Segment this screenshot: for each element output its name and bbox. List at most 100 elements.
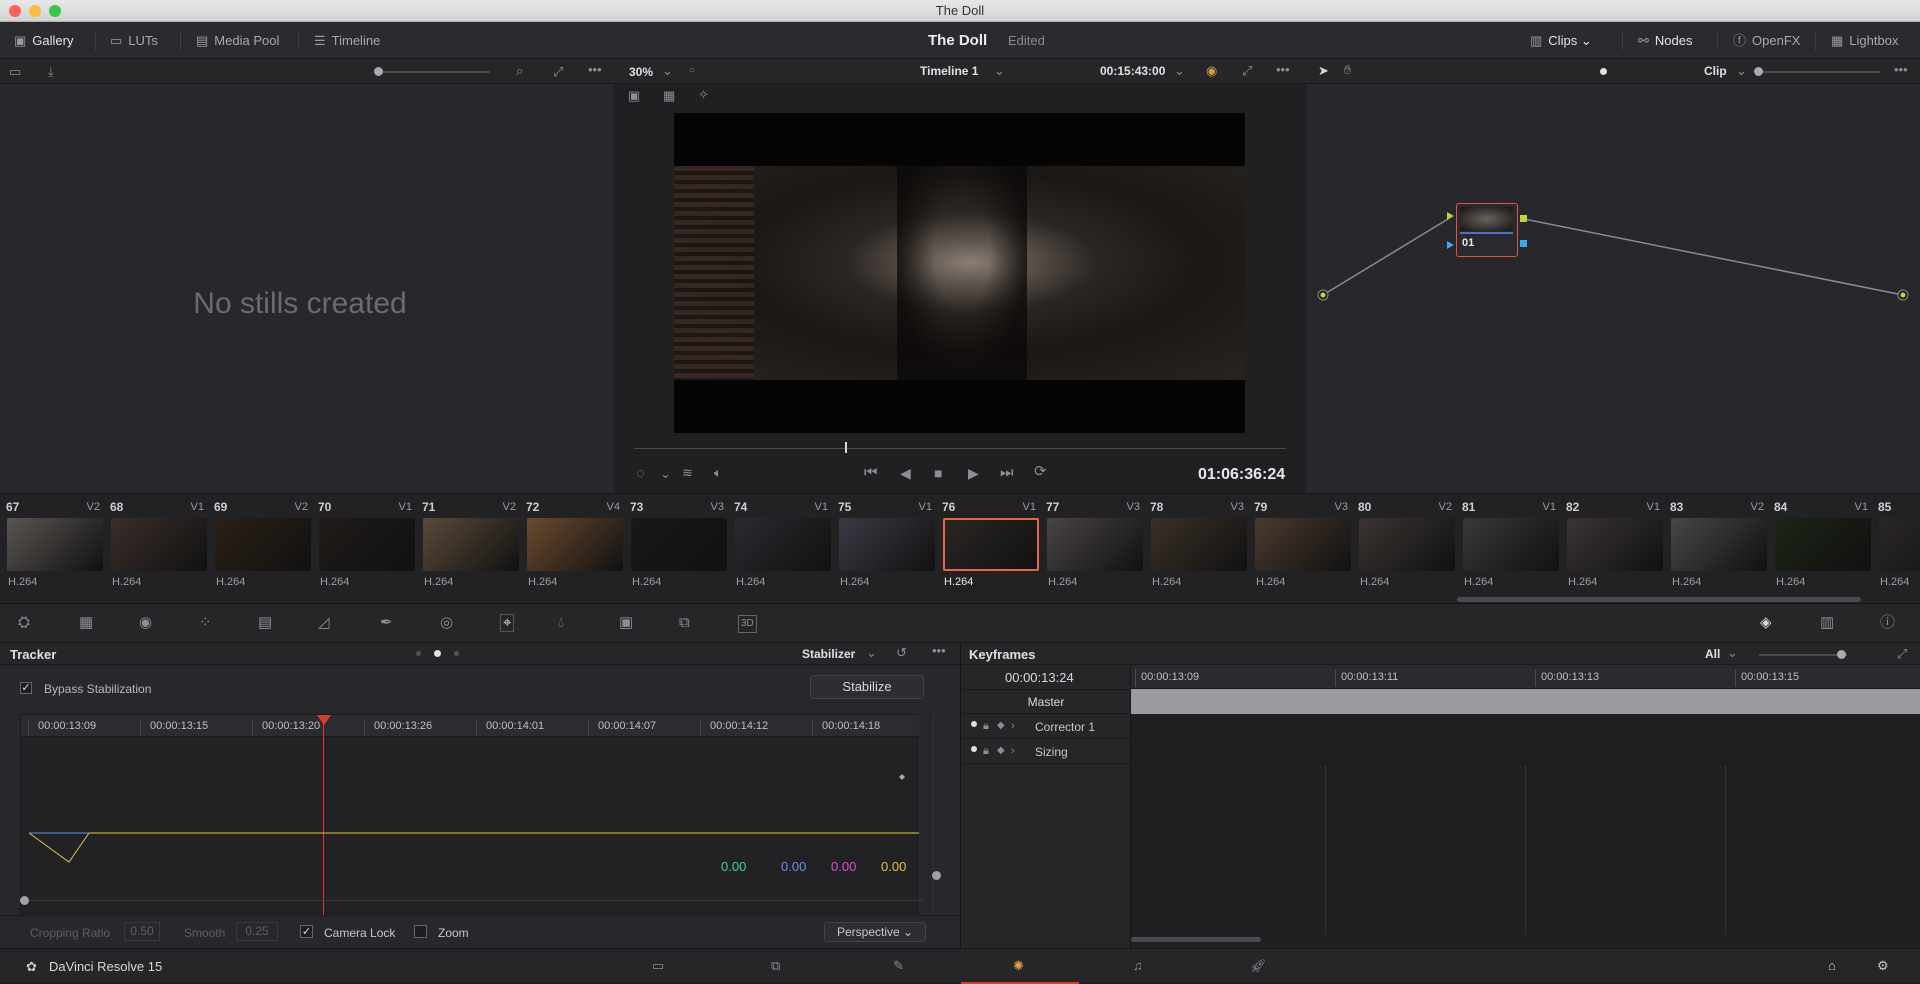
node-output-rgb[interactable] <box>1520 215 1527 222</box>
clip-thumbnail[interactable]: 83 V2 H.264 <box>1668 498 1772 594</box>
camera-raw-icon[interactable]: ⛭ <box>18 615 30 631</box>
more-options-icon[interactable]: ••• <box>588 62 602 78</box>
clip-thumbnail[interactable]: 73 V3 H.264 <box>628 498 732 594</box>
expand-icon[interactable]: ⤢ <box>1897 646 1907 662</box>
smooth-input[interactable]: 0.25 <box>236 922 278 941</box>
nodes-button[interactable]: ⚯ Nodes <box>1638 22 1692 59</box>
clip-thumbnail[interactable]: 78 V3 H.264 <box>1148 498 1252 594</box>
scrubber-playhead[interactable] <box>845 442 847 453</box>
clip-thumbnail[interactable]: 69 V2 H.264 <box>212 498 316 594</box>
clip-thumbnail[interactable]: 80 V2 H.264 <box>1356 498 1460 594</box>
clip-thumbnail[interactable]: 81 V1 H.264 <box>1460 498 1564 594</box>
horizontal-scroll-track[interactable] <box>24 900 924 901</box>
lock-icon[interactable]: 🔒︎ <box>983 743 989 759</box>
chevron-down-icon[interactable]: ⌄ <box>660 466 671 482</box>
reset-icon[interactable]: ↺ <box>896 645 907 661</box>
vertical-scroll-track[interactable] <box>933 714 934 914</box>
gallery-zoom-slider[interactable] <box>378 71 490 73</box>
chevron-down-icon[interactable]: ⌄ <box>662 63 673 79</box>
settings-gear-icon[interactable]: ⚙ <box>1877 958 1889 974</box>
corrector-node[interactable]: 01 <box>1456 203 1518 257</box>
tracker-icon[interactable]: ⌖ <box>500 614 515 632</box>
home-icon[interactable]: ⌂ <box>1828 958 1836 974</box>
gallery-button[interactable]: ▣ Gallery <box>14 22 73 59</box>
blur-icon[interactable]: 💧︎ <box>558 615 564 631</box>
node-output-key[interactable] <box>1520 240 1527 247</box>
info-icon[interactable]: ⓘ <box>1880 615 1895 631</box>
minimize-window-button[interactable] <box>29 5 41 17</box>
split-view-icon[interactable]: ▦ <box>663 88 675 104</box>
single-view-icon[interactable]: ▣ <box>628 88 640 104</box>
enable-dot[interactable] <box>971 746 977 752</box>
clip-thumbnail[interactable]: 72 V4 H.264 <box>524 498 628 594</box>
key-icon[interactable]: ▣ <box>619 615 633 631</box>
node-zoom-slider[interactable] <box>1758 71 1880 73</box>
clip-thumbnail[interactable]: 77 V3 H.264 <box>1044 498 1148 594</box>
page-dot[interactable] <box>434 650 441 657</box>
hand-icon[interactable]: ✋︎ <box>1344 62 1351 78</box>
node-mode-select[interactable]: Clip <box>1704 64 1727 78</box>
keyframe-diamond-icon[interactable]: ◆ <box>997 743 1005 759</box>
zoom-checkbox[interactable] <box>414 925 427 938</box>
pointer-icon[interactable]: ➤ <box>1318 63 1329 79</box>
step-back-icon[interactable]: ◀ <box>900 465 911 481</box>
clip-thumbnail[interactable]: 71 V2 H.264 <box>420 498 524 594</box>
camera-lock-checkbox[interactable]: ✓ <box>300 925 313 938</box>
bypass-checkbox[interactable]: ✓ <box>20 682 32 694</box>
stabilize-button[interactable]: Stabilize <box>810 675 924 699</box>
track-master[interactable]: Master <box>961 689 1131 714</box>
sizing-icon[interactable]: ⧉ <box>679 615 690 631</box>
zoom-window-button[interactable] <box>49 5 61 17</box>
clip-thumbnail[interactable]: 82 V1 H.264 <box>1564 498 1668 594</box>
track-sizing[interactable]: 🔒︎ ◆ › Sizing <box>961 739 1131 764</box>
viewer-zoom-select[interactable]: 30% <box>629 65 653 79</box>
scopes-icon[interactable]: ▥ <box>1820 615 1834 631</box>
volume-icon[interactable]: 🔈︎ <box>714 465 722 481</box>
rgb-mixer-icon[interactable]: ⁘ <box>199 615 212 631</box>
chevron-right-icon[interactable]: › <box>1011 718 1015 734</box>
stop-icon[interactable]: ■ <box>934 465 942 481</box>
clip-thumbnail[interactable]: 85 H.264 <box>1876 498 1920 594</box>
color-wheel-icon[interactable]: ◉ <box>1206 63 1217 79</box>
node-input-key[interactable] <box>1447 241 1454 249</box>
slider-handle[interactable] <box>1754 67 1763 76</box>
timeline-select[interactable]: Timeline 1 <box>920 64 978 78</box>
play-icon[interactable]: ▶ <box>968 465 979 481</box>
chevron-down-icon[interactable]: ⌄ <box>1736 63 1747 79</box>
viewer-mode-icon[interactable]: ◌ <box>636 466 645 482</box>
clip-thumbnail[interactable]: 84 V1 H.264 <box>1772 498 1876 594</box>
luts-button[interactable]: ▭ LUTs <box>110 22 158 59</box>
playhead-marker[interactable] <box>317 715 331 725</box>
clip-thumbnail[interactable]: 68 V1 H.264 <box>108 498 212 594</box>
slider-handle[interactable] <box>374 67 383 76</box>
more-options-icon[interactable]: ••• <box>1894 62 1908 78</box>
horizontal-slider-handle[interactable] <box>20 896 29 905</box>
timeline-duration[interactable]: 00:15:43:00 <box>1100 64 1165 78</box>
scrubber-track[interactable] <box>634 448 1286 449</box>
clip-thumbnail[interactable]: 74 V1 H.264 <box>732 498 836 594</box>
3d-icon[interactable]: 3D <box>738 615 757 633</box>
sidebar-toggle-icon[interactable]: ▭ <box>9 64 21 80</box>
clip-strip-scrollbar[interactable] <box>1457 597 1861 602</box>
chevron-down-icon[interactable]: ⌄ <box>994 63 1005 79</box>
color-wheels-icon[interactable]: ◉ <box>139 615 152 631</box>
fusion-page-icon[interactable]: ✎ <box>893 958 904 974</box>
keyframe-diamond-icon[interactable]: ◆ <box>997 718 1005 734</box>
keyframes-panel-icon[interactable]: ◈ <box>1760 615 1772 631</box>
loop-icon[interactable]: ⟳ <box>1034 464 1047 480</box>
cropping-ratio-input[interactable]: 0.50 <box>124 922 160 941</box>
more-options-icon[interactable]: ••• <box>932 643 946 659</box>
chevron-right-icon[interactable]: › <box>1011 743 1015 759</box>
perspective-select[interactable]: Perspective ⌄ <box>824 922 926 942</box>
chevron-down-icon[interactable]: ⌄ <box>1727 645 1738 661</box>
tracker-graph[interactable]: 00:00:13:09 00:00:13:15 00:00:13:20 00:00:1… <box>20 714 919 915</box>
color-match-icon[interactable]: ▦ <box>79 615 93 631</box>
vertical-slider-handle[interactable] <box>932 871 941 880</box>
deliver-page-icon[interactable]: 🚀︎ <box>1250 958 1267 974</box>
magic-wand-icon[interactable]: ✧ <box>698 87 709 103</box>
motion-effects-icon[interactable]: ▤ <box>258 615 272 631</box>
video-frame[interactable] <box>674 113 1245 433</box>
close-window-button[interactable] <box>9 5 21 17</box>
skip-to-start-icon[interactable]: ⏮︎ <box>864 465 878 481</box>
download-icon[interactable]: ⤓ <box>48 64 54 80</box>
